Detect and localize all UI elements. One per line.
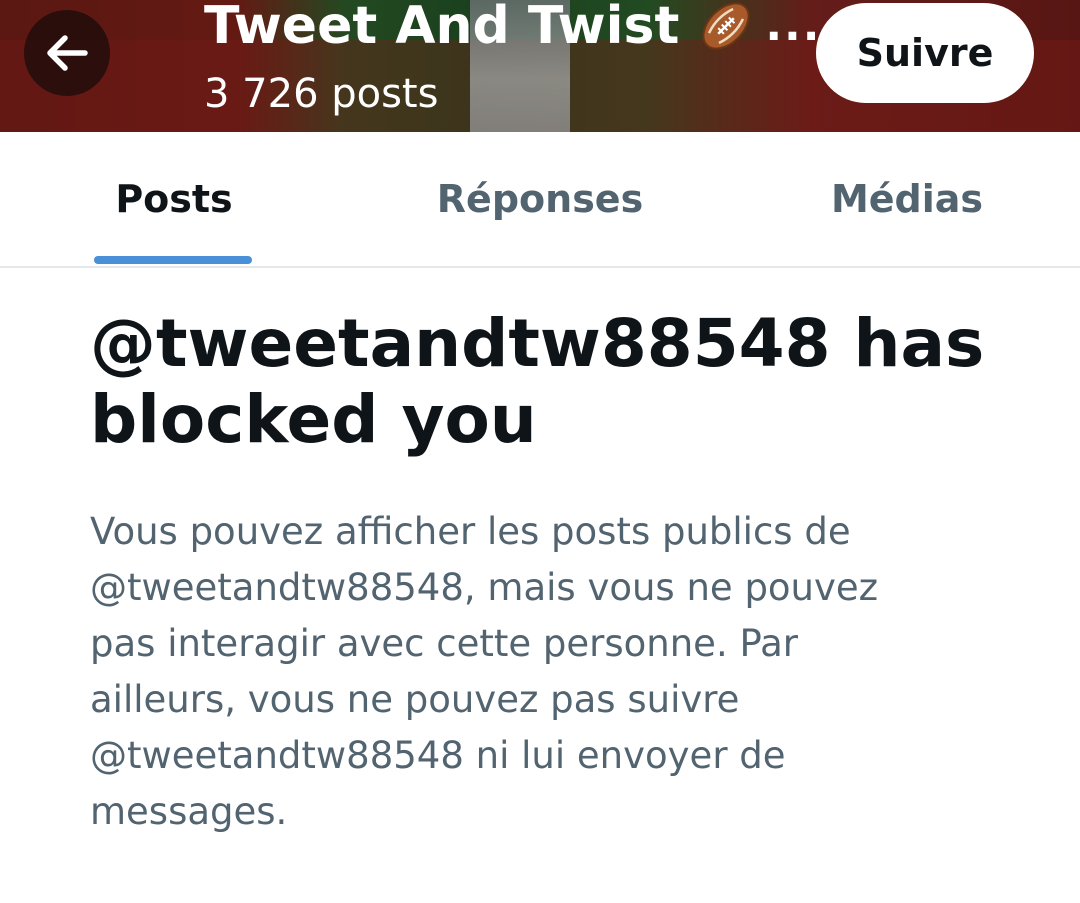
blocked-title: @tweetandtw88548 has blocked you: [90, 305, 985, 458]
active-tab-indicator: [94, 256, 252, 264]
back-button[interactable]: [24, 10, 110, 96]
tab-media[interactable]: Médias: [800, 132, 1014, 266]
name-truncation: ...: [765, 0, 822, 51]
post-count: 3 726 posts: [204, 71, 439, 117]
tab-posts[interactable]: Posts: [74, 132, 274, 266]
profile-tabs: Posts Réponses Médias: [0, 132, 1080, 268]
follow-button[interactable]: Suivre: [816, 3, 1034, 103]
profile-name: Tweet And Twist ...: [204, 0, 821, 58]
profile-header: Tweet And Twist ... 3 726 posts Suivre: [0, 0, 1080, 132]
rugby-ball-icon: [702, 2, 750, 50]
profile-name-text: Tweet And Twist: [204, 0, 680, 56]
tab-replies[interactable]: Réponses: [400, 132, 680, 266]
arrow-left-icon: [47, 35, 88, 71]
blocked-description: Vous pouvez afficher les posts publics d…: [90, 510, 879, 833]
